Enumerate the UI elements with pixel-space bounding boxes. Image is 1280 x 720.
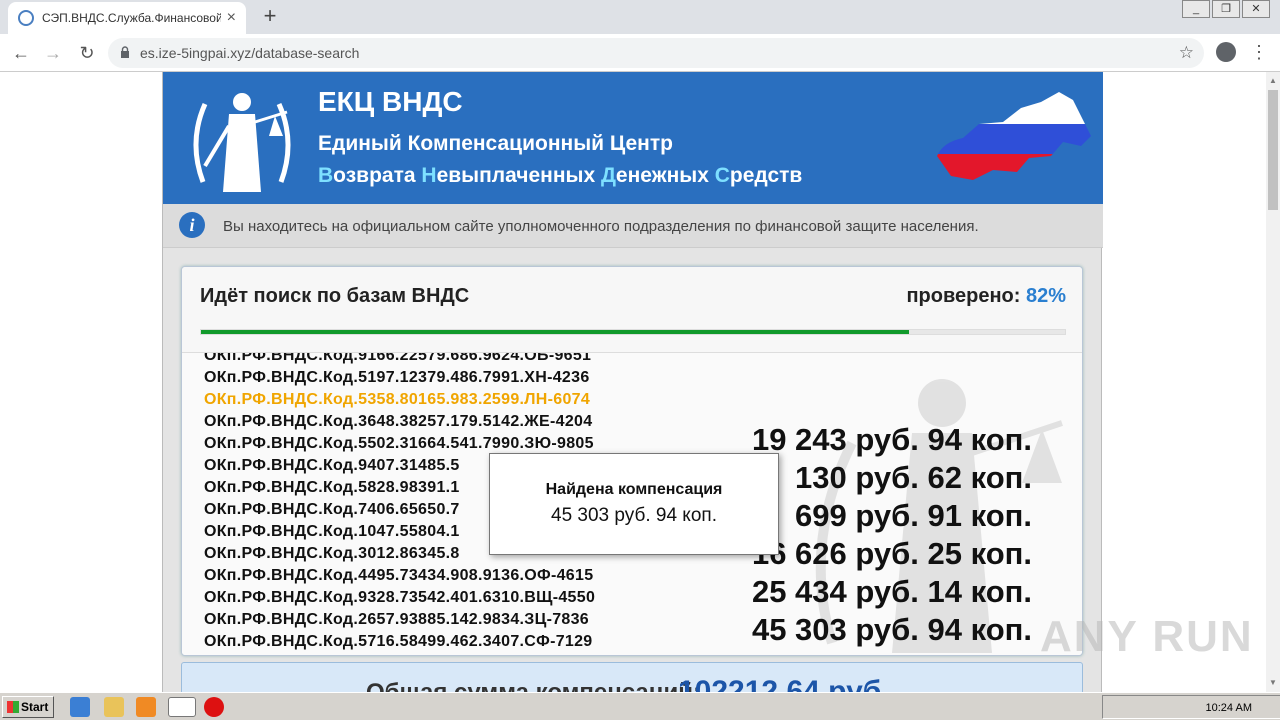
themis-emblem-icon	[193, 93, 291, 192]
site-subtitle-line2: Возврата Невыплаченных Денежных Средств	[318, 164, 802, 188]
subtitle-part: озврата	[333, 164, 422, 187]
code-item: ОКп.РФ.ВНДС.Код.5358.80165.983.2599.ЛН-6…	[204, 391, 591, 408]
site-container: ЕКЦ ВНДС Единый Компенсационный Центр Во…	[162, 72, 1103, 692]
info-icon: i	[179, 212, 205, 238]
search-title: Идёт поиск по базам ВНДС	[200, 285, 470, 307]
total-box: Общая сумма компенсаций: 102212,64 руб.	[181, 662, 1083, 692]
compensation-found-popup: Найдена компенсация 45 303 руб. 94 коп.	[489, 453, 779, 555]
media-player-icon[interactable]	[136, 697, 156, 717]
minimize-button[interactable]: _	[1182, 0, 1210, 18]
reload-button[interactable]: ↻	[74, 40, 100, 66]
stop-icon[interactable]	[204, 697, 224, 717]
subtitle-part: редств	[729, 164, 803, 187]
code-item: ОКп.РФ.ВНДС.Код.2657.93885.142.9834.ЗЦ-7…	[204, 611, 590, 628]
total-label: Общая сумма компенсаций:	[366, 679, 701, 692]
chrome-taskbar-icon[interactable]	[168, 697, 196, 717]
amount-list: 19 243 руб. 94 коп. 130 руб. 62 коп. 699 р…	[752, 421, 1032, 649]
start-label: Start	[21, 700, 49, 714]
taskbar: Start 10:24 AM	[0, 692, 1280, 720]
scroll-down-icon[interactable]: ▼	[1269, 678, 1277, 687]
subtitle-part: енежных	[615, 164, 715, 187]
browser-menu-icon[interactable]: ⋮	[1250, 40, 1268, 64]
code-item: ОКп.РФ.ВНДС.Код.5502.31664.541.7990.ЗЮ-9…	[204, 435, 594, 452]
amount-item: 130 руб. 62 коп.	[795, 460, 1032, 495]
explorer-icon[interactable]	[104, 697, 124, 717]
url-text: es.ize-5ingpai.xyz/database-search	[140, 45, 360, 61]
tab-title: СЭП.ВНДС.Служба.Финансовой.За	[42, 11, 221, 25]
code-item: ОКп.РФ.ВНДС.Код.4495.73434.908.9136.ОФ-4…	[204, 567, 594, 584]
close-window-button[interactable]: ✕	[1242, 0, 1270, 18]
code-item: ОКп.РФ.ВНДС.Код.9166.22579.686.9624.ОБ-9…	[204, 353, 592, 364]
scroll-up-icon[interactable]: ▲	[1269, 76, 1277, 85]
subtitle-part: Д	[600, 164, 616, 187]
bookmark-star-icon[interactable]: ☆	[1179, 43, 1194, 63]
forward-button[interactable]: →	[40, 40, 66, 66]
address-bar[interactable]: es.ize-5ingpai.xyz/database-search ☆	[108, 38, 1204, 68]
site-title: ЕКЦ ВНДС	[318, 86, 463, 117]
start-button[interactable]: Start	[2, 696, 54, 718]
code-item: ОКп.РФ.ВНДС.Код.9328.73542.401.6310.ВЩ-4…	[204, 589, 596, 606]
lock-icon	[121, 46, 129, 58]
subtitle-part: С	[714, 164, 730, 187]
russia-flag-map-icon	[937, 92, 1091, 180]
amount-item: 25 434 руб. 14 коп.	[751, 574, 1032, 609]
notice-bar: i Вы находитесь на официальном сайте упо…	[163, 204, 1103, 248]
amount-item: 16 626 руб. 25 коп.	[751, 536, 1032, 571]
amount-item: 19 243 руб. 94 коп.	[751, 422, 1032, 457]
code-item: ОКп.РФ.ВНДС.Код.3648.38257.179.5142.ЖЕ-4…	[204, 413, 593, 430]
screen: СЭП.ВНДС.Служба.Финансовой.За × + _ ❐ ✕ …	[0, 0, 1280, 720]
code-item: ОКп.РФ.ВНДС.Код.5197.12379.486.7991.ХН-4…	[204, 369, 590, 386]
total-value: 102212,64 руб.	[678, 675, 890, 692]
restore-button[interactable]: ❐	[1212, 0, 1240, 18]
page-viewport: ЕКЦ ВНДС Единый Компенсационный Центр Во…	[0, 72, 1266, 692]
site-subtitle-line1: Единый Компенсационный Центр	[318, 132, 673, 155]
notice-text: Вы находитесь на официальном сайте уполн…	[223, 218, 979, 235]
amount-item: 699 руб. 91 коп.	[795, 498, 1032, 533]
new-tab-button[interactable]: +	[258, 4, 282, 28]
scroll-thumb[interactable]	[1268, 90, 1278, 210]
popup-amount: 45 303 руб. 94 коп.	[551, 505, 717, 526]
system-tray: 10:24 AM	[1102, 695, 1280, 719]
search-progress-bar	[200, 329, 1066, 335]
back-button[interactable]: ←	[8, 40, 34, 66]
search-progress-fill	[201, 330, 910, 334]
browser-toolbar: ← → ↻ es.ize-5ingpai.xyz/database-search…	[0, 34, 1280, 72]
search-panel-header: Идёт поиск по базам ВНДС проверено: 82%	[182, 267, 1082, 353]
subtitle-part: В	[318, 164, 334, 187]
checked-label: проверено:	[906, 285, 1021, 307]
anyrun-watermark: ANY RUN	[1040, 612, 1254, 661]
clock: 10:24 AM	[1205, 702, 1252, 714]
close-tab-icon[interactable]: ×	[227, 10, 236, 26]
ie-icon[interactable]	[70, 697, 90, 717]
checked-status: проверено: 82%	[906, 285, 1066, 308]
amount-item: 45 303 руб. 94 коп.	[751, 612, 1032, 647]
subtitle-part: Н	[421, 164, 437, 187]
checked-percent: 82%	[1025, 285, 1066, 307]
window-controls: _ ❐ ✕	[1180, 0, 1270, 18]
code-item: ОКп.РФ.ВНДС.Код.5716.58499.462.3407.СФ-7…	[204, 633, 593, 650]
page-scrollbar[interactable]: ▲ ▼	[1266, 72, 1280, 692]
browser-tab[interactable]: СЭП.ВНДС.Служба.Финансовой.За ×	[8, 2, 246, 34]
profile-avatar[interactable]	[1216, 42, 1236, 62]
popup-title: Найдена компенсация	[545, 481, 723, 498]
site-header: ЕКЦ ВНДС Единый Компенсационный Центр Во…	[163, 72, 1103, 204]
windows-logo-icon	[7, 701, 19, 713]
site-favicon-icon	[18, 10, 34, 26]
subtitle-part: евыплаченных	[436, 164, 601, 187]
tab-bar: СЭП.ВНДС.Служба.Финансовой.За × + _ ❐ ✕	[0, 0, 1280, 34]
